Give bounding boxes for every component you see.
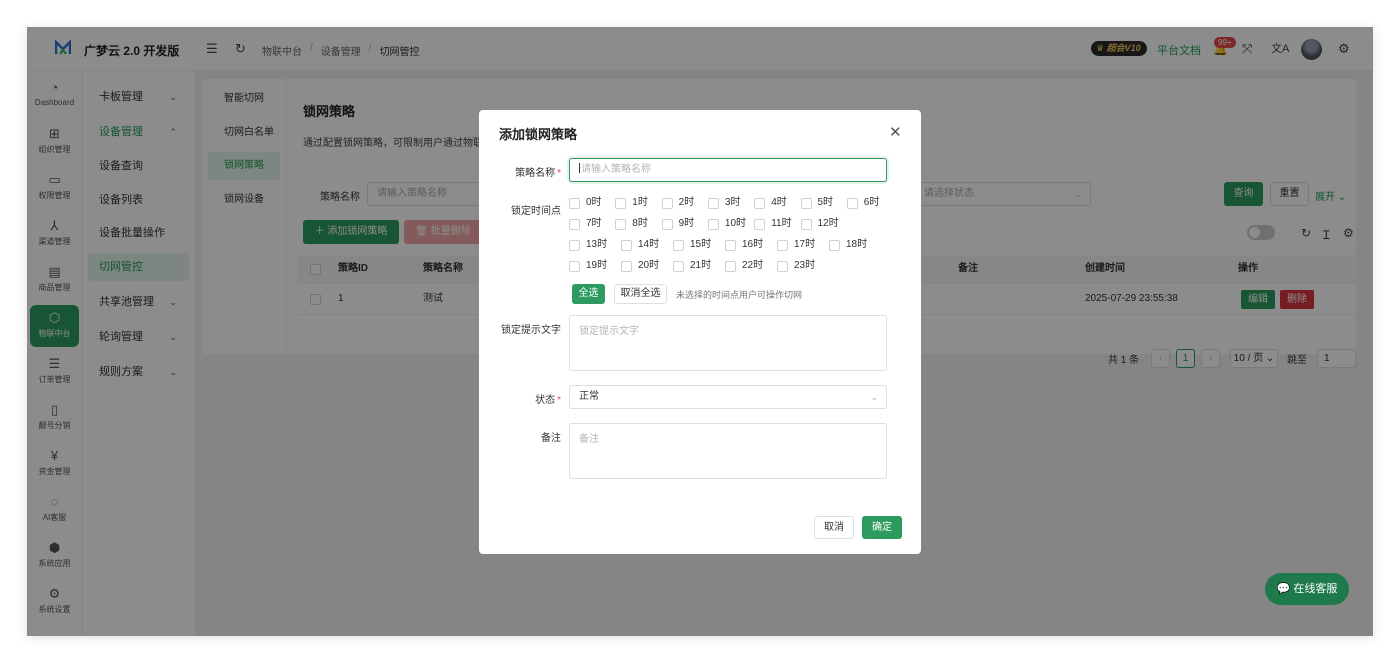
checkbox-box[interactable] xyxy=(569,198,580,209)
time-label: 锁定时间点 xyxy=(511,206,561,217)
cancel-select-all-button[interactable]: 取消全选 xyxy=(614,284,667,304)
hour-label: 17时 xyxy=(794,239,816,250)
checkbox-box[interactable] xyxy=(569,261,580,272)
hour-label: 14时 xyxy=(638,239,660,250)
tip-textarea[interactable]: 锁定提示文字 xyxy=(569,315,887,371)
dialog-title: 添加锁网策略 xyxy=(499,127,578,142)
text-caret xyxy=(579,163,580,173)
hour-label: 7时 xyxy=(586,218,602,229)
status-dropdown[interactable]: 正常 ⌄ xyxy=(569,385,887,409)
checkbox-box[interactable] xyxy=(615,198,627,209)
hour-label: 1时 xyxy=(632,197,648,208)
hour-label: 20时 xyxy=(638,260,660,271)
checkbox-box[interactable] xyxy=(661,198,673,209)
online-service-button[interactable]: 💬 在线客服 xyxy=(1265,573,1349,605)
hour-label: 16时 xyxy=(742,239,764,250)
checkbox-box[interactable] xyxy=(777,240,788,251)
chevron-down-icon: ⌄ xyxy=(870,392,878,402)
remark-label: 备注 xyxy=(541,433,561,444)
hour-label: 12时 xyxy=(817,218,839,229)
checkbox-box[interactable] xyxy=(673,240,684,251)
checkbox-box[interactable] xyxy=(754,198,766,209)
checkbox-box[interactable] xyxy=(800,198,812,209)
select-all-button[interactable]: 全选 xyxy=(572,284,605,304)
hour-label: 23时 xyxy=(794,260,816,271)
checkbox-box[interactable] xyxy=(615,219,627,230)
hour-label: 15时 xyxy=(690,239,712,250)
name-label-text: 策略名称 xyxy=(515,168,556,179)
cancel-button[interactable]: 取消 xyxy=(814,516,854,539)
remark-textarea[interactable]: 备注 xyxy=(569,423,887,479)
checkbox-box[interactable] xyxy=(725,240,736,251)
checkbox-box[interactable] xyxy=(569,219,580,230)
status-label: 状态 * xyxy=(481,391,561,406)
checkbox-box[interactable] xyxy=(621,240,632,251)
checkbox-box[interactable] xyxy=(800,219,812,230)
hour-label: 6时 xyxy=(863,197,880,208)
checkbox-box[interactable] xyxy=(846,198,858,209)
checkbox-box[interactable] xyxy=(707,219,719,230)
name-placeholder: 请输入策略名称 xyxy=(581,164,651,175)
status-value: 正常 xyxy=(579,391,599,402)
checkbox-box[interactable] xyxy=(777,261,788,272)
hour-label: 13时 xyxy=(586,239,608,250)
checkbox-box[interactable] xyxy=(707,198,719,209)
checkbox-box[interactable] xyxy=(725,261,736,272)
required-mark: * xyxy=(557,395,561,406)
app-window: 广梦云 2.0 开发版 ☰ ↻ 物联中台 / 设备管理 / 切网管控 ♛ 超会V… xyxy=(27,27,1373,636)
hour-label: 3时 xyxy=(724,197,741,208)
hour-label: 2时 xyxy=(678,197,695,208)
chat-label: 在线客服 xyxy=(1293,583,1338,595)
checkbox-box[interactable] xyxy=(569,240,580,251)
hour-label: 9时 xyxy=(678,218,695,229)
hour-label: 10时 xyxy=(724,218,747,229)
hour-label: 21时 xyxy=(690,260,712,271)
hour-label: 19时 xyxy=(586,260,608,271)
policy-name-input[interactable]: 请输入策略名称 xyxy=(569,158,887,182)
close-icon[interactable]: ✕ xyxy=(889,123,902,141)
add-policy-dialog: 添加锁网策略 ✕ 策略名称 * 请输入策略名称 锁定时间点 0时 1时 2时 3时 4时 5… xyxy=(479,110,921,554)
required-mark: * xyxy=(557,168,561,179)
hour-label: 22时 xyxy=(742,260,764,271)
time-hint: 未选择的时间点用户可操作切网 xyxy=(676,290,803,300)
hour-label: 11时 xyxy=(771,218,792,229)
checkbox-box[interactable] xyxy=(754,219,766,230)
name-label: 策略名称 * xyxy=(481,164,561,179)
chat-icon: 💬 xyxy=(1276,583,1291,595)
hour-label: 4时 xyxy=(771,197,787,208)
checkbox-box[interactable] xyxy=(621,261,632,272)
hour-label: 18时 xyxy=(846,239,868,250)
tip-label: 锁定提示文字 xyxy=(501,325,561,336)
checkbox-box[interactable] xyxy=(673,261,684,272)
confirm-button[interactable]: 确定 xyxy=(862,516,902,539)
checkbox-box[interactable] xyxy=(829,240,840,251)
hour-label: 5时 xyxy=(817,197,834,208)
status-label-text: 状态 xyxy=(535,395,556,406)
hour-label: 0时 xyxy=(586,197,602,208)
hour-label: 8时 xyxy=(632,218,648,229)
checkbox-box[interactable] xyxy=(661,219,673,230)
